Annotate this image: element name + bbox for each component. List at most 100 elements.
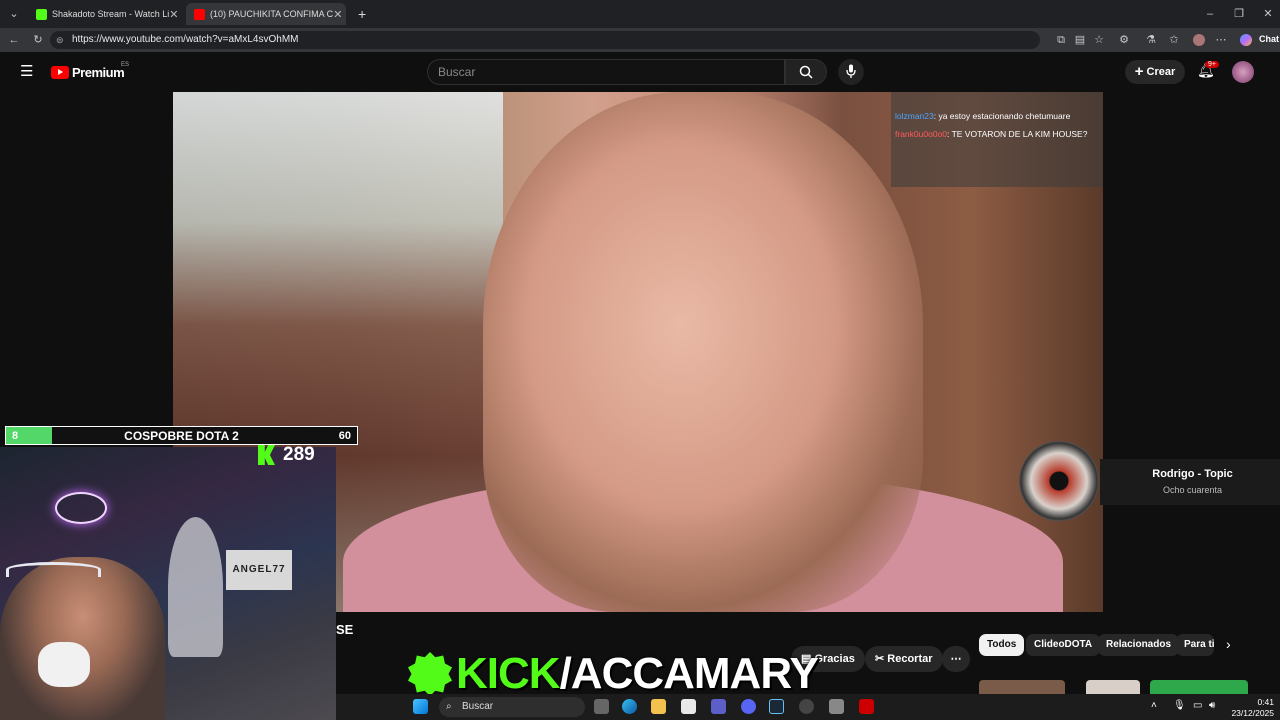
filter-chip-clideodota[interactable]: ClideoDOTA — [1026, 634, 1101, 656]
taskbar-search-input[interactable]: ⌕ Buscar — [439, 697, 585, 717]
edge-browser-icon[interactable] — [622, 699, 637, 714]
taskbar-search-label: Buscar — [462, 701, 494, 712]
stream-chat-overlay: lolzman23: ya estoy estacionando chetumu… — [891, 92, 1103, 187]
youtube-premium-logo[interactable]: Premium — [72, 65, 125, 80]
search-input[interactable]: Buscar — [427, 59, 785, 85]
goal-target: 60 — [338, 430, 351, 442]
site-info-icon[interactable]: ⊜ — [56, 31, 64, 49]
tab-list-icon[interactable]: ⌄ — [8, 8, 20, 20]
viewer-count: 289 — [283, 444, 315, 465]
address-bar[interactable]: ⊜ https://www.youtube.com/watch?v=aMxL4s… — [50, 31, 1040, 49]
goal-title: COSPOBRE DOTA 2 — [124, 429, 239, 443]
teams-icon[interactable] — [711, 699, 726, 714]
tab-title: Shakadoto Stream - Watch Li — [52, 9, 170, 19]
scissors-icon: ✂ — [875, 653, 888, 665]
steam-icon[interactable] — [769, 699, 784, 714]
favorite-star-icon[interactable]: ☆ — [1093, 34, 1105, 46]
youtube-header: ☰ Premium ES Buscar + Crear 🔔︎ 9+ — [0, 52, 1280, 92]
search-icon: ⌕ — [446, 701, 452, 712]
chevron-right-icon[interactable]: › — [1226, 636, 1231, 652]
dota-icon[interactable] — [859, 699, 874, 714]
more-actions-button[interactable]: ⋯ — [942, 646, 970, 672]
chat-username: lolzman23 — [895, 111, 934, 121]
youtube-favicon-icon — [194, 8, 205, 20]
mini-player-panel — [1100, 459, 1280, 505]
filter-chip-para-ti[interactable]: Para ti — [1176, 634, 1214, 656]
browser-toolbar: ← ↻ ⊜ https://www.youtube.com/watch?v=aM… — [0, 28, 1280, 52]
tab-youtube-video[interactable]: (10) PAUCHIKITA CONFIMA C ✕ — [186, 3, 346, 25]
viewer-counter: 289 — [258, 443, 315, 467]
mini-player-track: Ocho cuarenta — [1162, 485, 1223, 495]
reload-icon[interactable]: ↻ — [32, 34, 44, 46]
notification-count-badge: 9+ — [1205, 61, 1219, 68]
microphone-tray-icon[interactable]: 🎙︎ — [1173, 700, 1186, 711]
chat-text: : TE VOTARON DE LA KIM HOUSE? — [947, 129, 1088, 139]
favorites-icon[interactable]: ✩ — [1168, 34, 1180, 46]
clock-time[interactable]: 0:41 — [1240, 697, 1274, 707]
discord-icon[interactable] — [741, 699, 756, 714]
thumbnail[interactable] — [1150, 680, 1248, 694]
hamburger-menu-icon[interactable]: ☰ — [20, 64, 33, 79]
clip-label: Recortar — [887, 653, 933, 665]
extensions-icon[interactable]: ⚙ — [1118, 34, 1130, 46]
copilot-icon[interactable] — [1240, 34, 1252, 46]
plus-icon: + — [1134, 63, 1144, 80]
filter-chip-todos[interactable]: Todos — [979, 634, 1025, 656]
settings-icon[interactable] — [829, 699, 844, 714]
cam-cat — [38, 642, 90, 687]
create-label: Crear — [1146, 66, 1176, 78]
create-button[interactable]: + Crear — [1125, 60, 1185, 84]
windows-start-icon[interactable] — [413, 699, 428, 714]
chat-text: : ya estoy estacionando chetumuare — [933, 111, 1071, 121]
chat-message: lolzman23: ya estoy estacionando chetumu… — [895, 110, 1099, 122]
region-code: ES — [121, 62, 130, 68]
tab-kick-stream[interactable]: Shakadoto Stream - Watch Li ✕ — [28, 3, 184, 25]
task-view-icon[interactable] — [594, 699, 609, 714]
clock-date[interactable]: 23/12/2025 — [1226, 708, 1274, 718]
kick-favicon-icon — [36, 8, 47, 20]
new-tab-button[interactable]: + — [350, 3, 374, 25]
maximize-icon[interactable]: ❐ — [1233, 8, 1245, 20]
video-subject-face — [483, 92, 923, 612]
search-icon — [799, 65, 813, 79]
translate-icon[interactable]: ⧉ — [1055, 34, 1067, 46]
chat-label[interactable]: Chat — [1259, 34, 1279, 44]
read-mode-icon[interactable]: ▤ — [1074, 34, 1086, 46]
avatar[interactable] — [1232, 61, 1254, 83]
chat-username: frank0u0o0o0 — [895, 129, 947, 139]
thanks-label: Gracias — [814, 653, 855, 665]
thumbnail[interactable] — [979, 680, 1065, 694]
album-art-disc[interactable] — [1019, 441, 1099, 521]
clip-button[interactable]: ✂ Recortar — [865, 646, 943, 672]
filter-chip-relacionados[interactable]: Relacionados — [1098, 634, 1180, 656]
minimize-icon[interactable]: – — [1204, 8, 1216, 20]
kick-logo-icon — [258, 445, 275, 465]
kick-banner-prefix: KICK — [456, 649, 561, 698]
close-icon[interactable]: ✕ — [169, 8, 178, 21]
url-text: https://www.youtube.com/watch?v=aMxL4svO… — [72, 34, 299, 45]
chevron-up-icon[interactable]: ˄ — [1151, 700, 1157, 711]
planet-neon-sign — [55, 492, 107, 524]
youtube-logo-icon[interactable] — [51, 66, 69, 79]
more-menu-icon[interactable]: ⋯ — [1215, 34, 1227, 46]
browser-tab-bar: ⌄ Shakadoto Stream - Watch Li ✕ (10) PAU… — [0, 0, 1280, 28]
tab-title: (10) PAUCHIKITA CONFIMA C — [210, 9, 334, 19]
profile-avatar-icon[interactable] — [1193, 34, 1205, 46]
flask-icon[interactable]: ⚗ — [1145, 34, 1157, 46]
close-window-icon[interactable]: ✕ — [1262, 8, 1274, 20]
close-icon[interactable]: ✕ — [333, 8, 342, 21]
thumbnail[interactable] — [1086, 680, 1140, 694]
volume-icon[interactable]: 🔊︎ — [1209, 700, 1215, 711]
file-explorer-icon[interactable] — [651, 699, 666, 714]
cam-streamer — [0, 557, 165, 720]
streamer-webcam: ANGEL77 — [0, 447, 336, 720]
search-button[interactable] — [785, 59, 827, 85]
network-icon[interactable]: ▭ — [1193, 700, 1202, 711]
store-icon[interactable] — [681, 699, 696, 714]
back-icon[interactable]: ← — [8, 34, 20, 46]
kick-verified-badge-icon — [408, 652, 452, 696]
mini-player-artist: Rodrigo - Topic — [1152, 468, 1233, 480]
microphone-icon — [846, 64, 856, 78]
obs-icon[interactable] — [799, 699, 814, 714]
voice-search-button[interactable] — [838, 59, 864, 85]
